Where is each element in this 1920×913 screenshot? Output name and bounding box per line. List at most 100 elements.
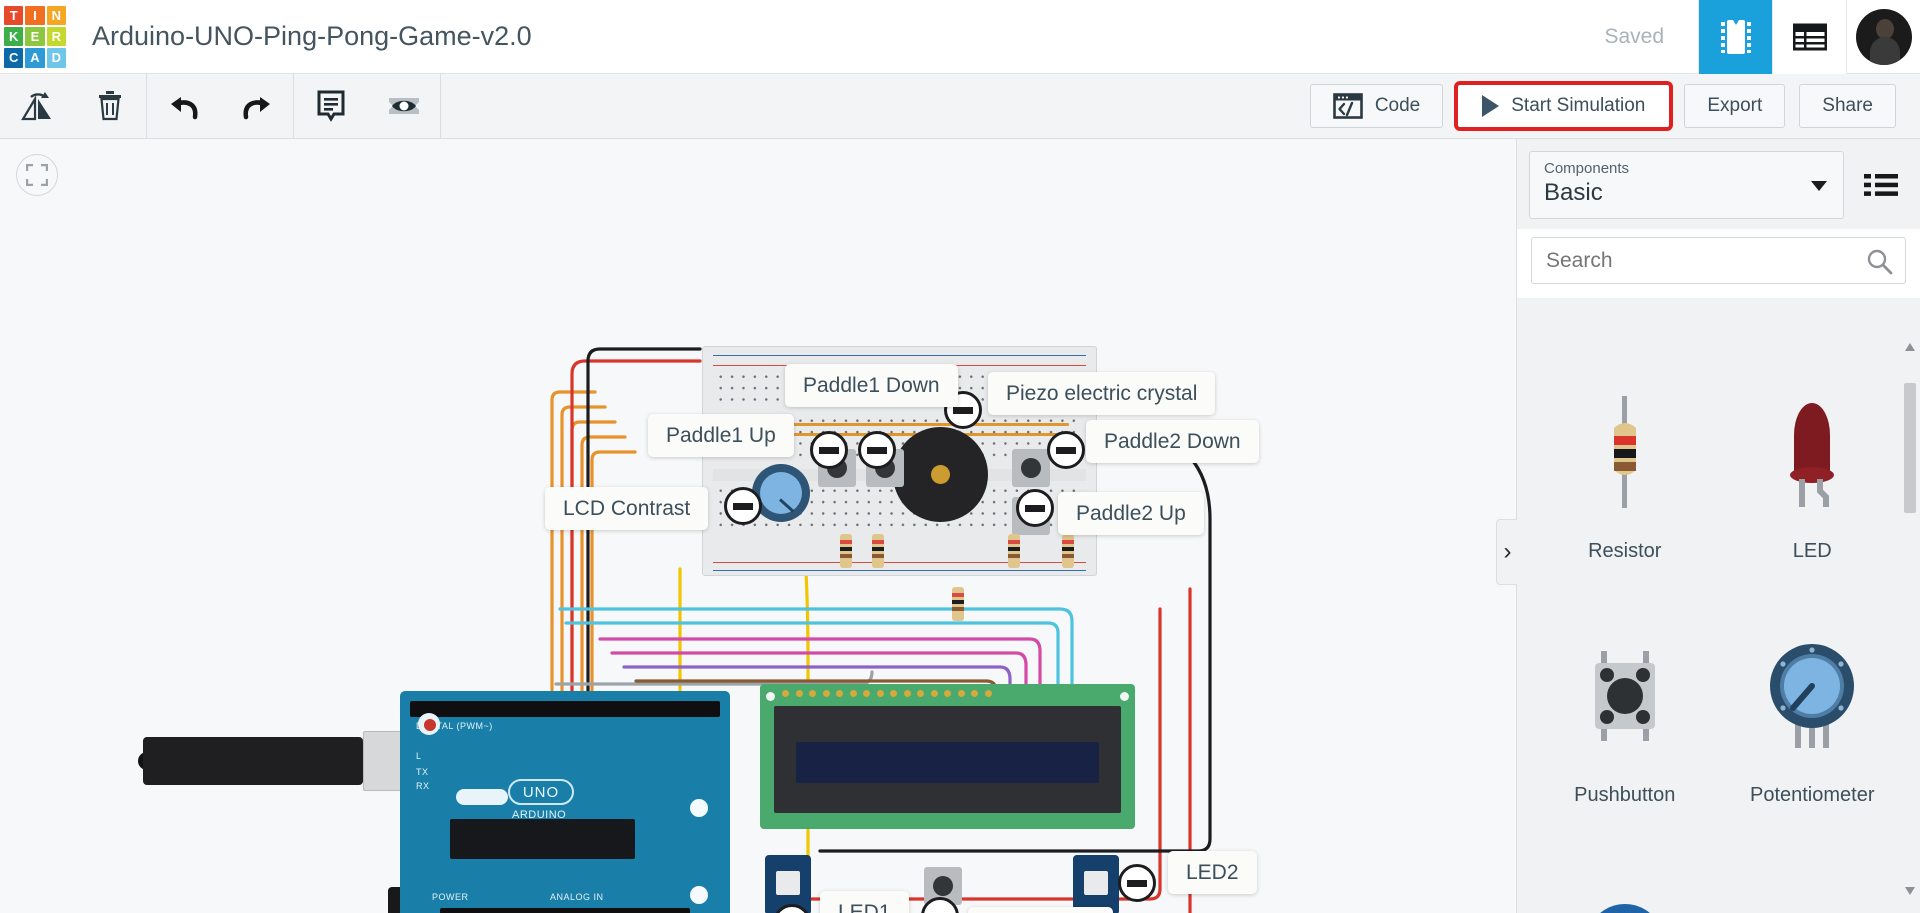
pin-badge[interactable] bbox=[1118, 864, 1156, 902]
pin-badge[interactable] bbox=[1047, 431, 1085, 469]
logo-tile-e: E bbox=[25, 26, 45, 47]
logo-tile-a: A bbox=[25, 48, 45, 68]
code-button-label: Code bbox=[1374, 95, 1421, 116]
component-potentiometer[interactable]: Potentiometer bbox=[1719, 587, 1907, 817]
component-capacitor[interactable] bbox=[1531, 831, 1719, 913]
chevron-down-icon bbox=[1811, 181, 1827, 191]
history-tool-group bbox=[147, 73, 294, 139]
capacitor-icon bbox=[1575, 880, 1675, 913]
callout-lcd-contrast[interactable]: LCD Contrast bbox=[545, 487, 709, 530]
rx-led-label: RX bbox=[416, 781, 430, 791]
panel-header: Components Basic bbox=[1517, 139, 1920, 229]
list-view-icon bbox=[1864, 174, 1898, 196]
digital-pin-header[interactable] bbox=[410, 701, 720, 717]
pushbutton-icon bbox=[1575, 613, 1675, 778]
play-icon bbox=[1482, 95, 1500, 117]
undo-icon[interactable] bbox=[147, 74, 220, 139]
callout-led1[interactable]: LED1 bbox=[820, 891, 909, 913]
component-resistor[interactable]: Resistor bbox=[1531, 343, 1719, 573]
component-led[interactable]: LED bbox=[1719, 343, 1907, 573]
tinkercad-logo[interactable]: TIN KER CAD bbox=[0, 2, 70, 72]
list-view-toggle[interactable] bbox=[1852, 151, 1910, 219]
l-led-label: L bbox=[416, 751, 422, 761]
search-box[interactable] bbox=[1531, 237, 1906, 284]
export-button[interactable]: Export bbox=[1684, 84, 1786, 128]
pin-badge[interactable] bbox=[810, 431, 848, 469]
toolbar-actions: Code Start Simulation Export Share bbox=[1309, 81, 1920, 131]
avatar-image bbox=[1855, 8, 1912, 65]
pin-badge[interactable] bbox=[1016, 489, 1054, 527]
logo-tile-k: K bbox=[4, 26, 24, 47]
rotate-icon[interactable] bbox=[0, 74, 73, 139]
scrollbar-thumb[interactable] bbox=[1904, 383, 1916, 513]
resistor[interactable] bbox=[872, 534, 884, 568]
callout-paddle1-up[interactable]: Paddle1 Up bbox=[648, 414, 794, 457]
power-analog-header[interactable] bbox=[440, 908, 690, 913]
delete-icon[interactable] bbox=[73, 74, 146, 139]
led2-module[interactable] bbox=[1073, 855, 1119, 913]
contrast-potentiometer[interactable] bbox=[752, 464, 810, 522]
components-grid: Resistor LED Pushbutton Potentiometer bbox=[1517, 325, 1920, 913]
lcd-display[interactable] bbox=[760, 684, 1135, 829]
circuits-view-icon[interactable] bbox=[1698, 0, 1772, 74]
scroll-up-icon[interactable] bbox=[1905, 343, 1915, 351]
slide-switch-icon bbox=[1752, 880, 1872, 913]
resistor[interactable] bbox=[840, 534, 852, 568]
potentiometer-needle bbox=[778, 498, 795, 513]
callout-paddle2-down[interactable]: Paddle2 Down bbox=[1086, 420, 1259, 463]
top-bar: TIN KER CAD Arduino-UNO-Ping-Pong-Game-v2.… bbox=[0, 0, 1920, 74]
logo-tile-d: D bbox=[46, 48, 66, 68]
components-dropdown-value: Basic bbox=[1544, 179, 1603, 206]
callout-start-button[interactable]: Start button bbox=[968, 907, 1113, 913]
reset-button[interactable] bbox=[424, 719, 436, 731]
resistor[interactable] bbox=[1008, 534, 1020, 568]
pin-badge[interactable] bbox=[858, 431, 896, 469]
logo-tile-n: N bbox=[46, 5, 66, 25]
search-icon[interactable] bbox=[1867, 249, 1893, 280]
scrollbar-track[interactable] bbox=[1904, 359, 1916, 879]
search-input[interactable] bbox=[1532, 238, 1905, 283]
callout-led2[interactable]: LED2 bbox=[1168, 851, 1257, 894]
resistor[interactable] bbox=[1062, 534, 1074, 568]
document-title: Arduino-UNO-Ping-Pong-Game-v2.0 bbox=[92, 21, 532, 51]
components-scrollbar[interactable] bbox=[1904, 343, 1916, 895]
notes-icon[interactable] bbox=[294, 74, 367, 139]
paddle2-down-button[interactable] bbox=[1012, 449, 1050, 487]
editor-toolbar: Code Start Simulation Export Share bbox=[0, 73, 1920, 139]
breadboard-rail-negative bbox=[713, 355, 1086, 356]
circuit-canvas[interactable]: DIGITAL (PWM~) L TX RX UNO ARDUINO POWER… bbox=[0, 139, 1516, 913]
power-header-label: POWER bbox=[432, 892, 469, 902]
logo-tile-c: C bbox=[4, 48, 24, 68]
visibility-icon[interactable] bbox=[367, 74, 440, 139]
avatar[interactable] bbox=[1846, 0, 1920, 74]
panel-collapse-button[interactable]: › bbox=[1496, 519, 1518, 585]
start-simulation-label: Start Simulation bbox=[1511, 95, 1646, 116]
start-simulation-button[interactable]: Start Simulation bbox=[1454, 81, 1674, 131]
callout-paddle2-up[interactable]: Paddle2 Up bbox=[1058, 492, 1204, 535]
component-name: Pushbutton bbox=[1574, 784, 1676, 806]
component-pushbutton[interactable]: Pushbutton bbox=[1531, 587, 1719, 817]
mounting-hole bbox=[690, 886, 708, 904]
component-slide-switch[interactable] bbox=[1719, 831, 1907, 913]
arduino-uno-board[interactable]: DIGITAL (PWM~) L TX RX UNO ARDUINO POWER… bbox=[400, 691, 730, 913]
piezo-buzzer[interactable] bbox=[893, 427, 988, 522]
component-name: Potentiometer bbox=[1749, 784, 1875, 806]
pin-badge[interactable] bbox=[724, 487, 762, 525]
components-category-dropdown[interactable]: Components Basic bbox=[1529, 151, 1844, 219]
export-button-label: Export bbox=[1707, 95, 1763, 116]
code-button[interactable]: Code bbox=[1309, 84, 1444, 128]
resistor-icon bbox=[1590, 369, 1660, 534]
breadboard-rail-negative-bottom bbox=[713, 570, 1086, 571]
redo-icon[interactable] bbox=[220, 74, 293, 139]
lcd-screen bbox=[796, 742, 1099, 783]
resistor[interactable] bbox=[952, 587, 964, 621]
callout-paddle1-down[interactable]: Paddle1 Down bbox=[785, 364, 958, 407]
tx-led-label: TX bbox=[416, 767, 429, 777]
callout-piezo[interactable]: Piezo electric crystal bbox=[988, 372, 1216, 415]
lcd-pin-header[interactable] bbox=[782, 690, 992, 697]
breadboard-rail-positive-bottom bbox=[713, 562, 1086, 563]
components-list-icon[interactable] bbox=[1772, 0, 1846, 74]
scroll-down-icon[interactable] bbox=[1905, 887, 1915, 895]
components-grid-wrapper[interactable]: Resistor LED Pushbutton Potentiometer bbox=[1517, 325, 1920, 913]
share-button[interactable]: Share bbox=[1799, 84, 1896, 128]
